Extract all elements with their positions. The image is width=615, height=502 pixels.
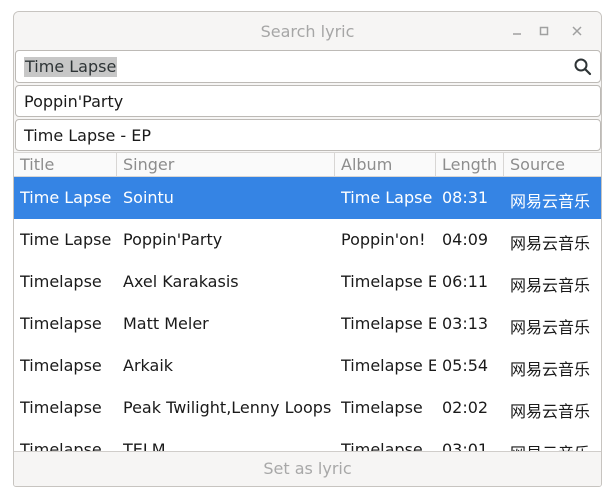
table-header: Title Singer Album Length Source bbox=[14, 152, 601, 177]
cell-length: 04:09 bbox=[442, 230, 489, 249]
album-field-value: Time Lapse - EP bbox=[24, 126, 151, 145]
cell-length: 03:13 bbox=[442, 314, 489, 333]
cell-title: Timelapse bbox=[20, 398, 102, 417]
cell-singer: Sointu bbox=[123, 188, 174, 207]
table-row[interactable]: Timelapse Arkaik Timelapse E 05:54 网易云音乐 bbox=[14, 345, 601, 387]
cell-source: 网易云音乐 bbox=[510, 360, 591, 379]
cell-length: 05:54 bbox=[442, 356, 489, 375]
cell-album: Poppin'on! bbox=[341, 230, 426, 249]
column-header-singer[interactable]: Singer bbox=[117, 153, 335, 177]
cell-singer: Axel Karakasis bbox=[123, 272, 239, 291]
table-row[interactable]: Timelapse TELM Timelapse 03:01 网易云音乐 bbox=[14, 429, 601, 453]
cell-album: Timelapse E bbox=[341, 356, 436, 375]
cell-title: Timelapse bbox=[20, 356, 102, 375]
table-row[interactable]: Time Lapse Poppin'Party Poppin'on! 04:09… bbox=[14, 219, 601, 261]
cell-singer: Poppin'Party bbox=[123, 230, 223, 249]
maximize-icon bbox=[539, 26, 549, 36]
cell-album: Timelapse E bbox=[341, 314, 436, 333]
table-row[interactable]: Timelapse Matt Meler Timelapse E 03:13 网… bbox=[14, 303, 601, 345]
results-table[interactable]: Title Singer Album Length Source Time La… bbox=[14, 152, 601, 453]
title-bar[interactable]: Search lyric bbox=[14, 12, 601, 49]
cell-singer: Matt Meler bbox=[123, 314, 209, 333]
column-header-source[interactable]: Source bbox=[504, 153, 601, 177]
cell-source: 网易云音乐 bbox=[510, 318, 591, 337]
cell-album: Timelapse E bbox=[341, 272, 436, 291]
cell-title: Timelapse bbox=[20, 272, 102, 291]
cell-length: 06:11 bbox=[442, 272, 489, 291]
cell-title: Timelapse bbox=[20, 314, 102, 333]
column-header-length[interactable]: Length bbox=[436, 153, 504, 177]
singer-field-value: Poppin'Party bbox=[24, 92, 124, 111]
set-as-lyric-button[interactable]: Set as lyric bbox=[14, 451, 601, 486]
cell-source: 网易云音乐 bbox=[510, 276, 591, 295]
cell-length: 02:02 bbox=[442, 398, 489, 417]
table-row[interactable]: Time Lapse Sointu Time Lapse I 08:31 网易云… bbox=[14, 177, 601, 219]
column-header-title[interactable]: Title bbox=[14, 153, 117, 177]
close-icon bbox=[572, 26, 582, 36]
cell-source: 网易云音乐 bbox=[510, 234, 591, 253]
cell-source: 网易云音乐 bbox=[510, 192, 591, 211]
search-input-value: Time Lapse bbox=[24, 57, 118, 77]
minimize-button[interactable] bbox=[506, 20, 528, 42]
close-button[interactable] bbox=[566, 20, 588, 42]
album-field[interactable]: Time Lapse - EP bbox=[15, 119, 601, 151]
column-header-album[interactable]: Album bbox=[335, 153, 436, 177]
search-lyric-window: Search lyric Time Lapse Poppin'Party Tim… bbox=[13, 11, 602, 487]
cell-album: Time Lapse I bbox=[341, 188, 436, 207]
cell-title: Time Lapse bbox=[20, 188, 112, 207]
maximize-button[interactable] bbox=[533, 20, 555, 42]
cell-singer: Arkaik bbox=[123, 356, 174, 375]
singer-field[interactable]: Poppin'Party bbox=[15, 85, 601, 117]
cell-album: Timelapse bbox=[341, 398, 423, 417]
minimize-icon bbox=[513, 33, 521, 35]
cell-length: 08:31 bbox=[442, 188, 489, 207]
search-icon[interactable] bbox=[573, 57, 593, 77]
cell-title: Time Lapse bbox=[20, 230, 112, 249]
table-row[interactable]: Timelapse Axel Karakasis Timelapse E 06:… bbox=[14, 261, 601, 303]
search-input[interactable]: Time Lapse bbox=[15, 50, 601, 83]
table-row[interactable]: Timelapse Peak Twilight,Lenny Loops Time… bbox=[14, 387, 601, 429]
cell-singer: Peak Twilight,Lenny Loops bbox=[123, 398, 332, 417]
cell-source: 网易云音乐 bbox=[510, 402, 591, 421]
